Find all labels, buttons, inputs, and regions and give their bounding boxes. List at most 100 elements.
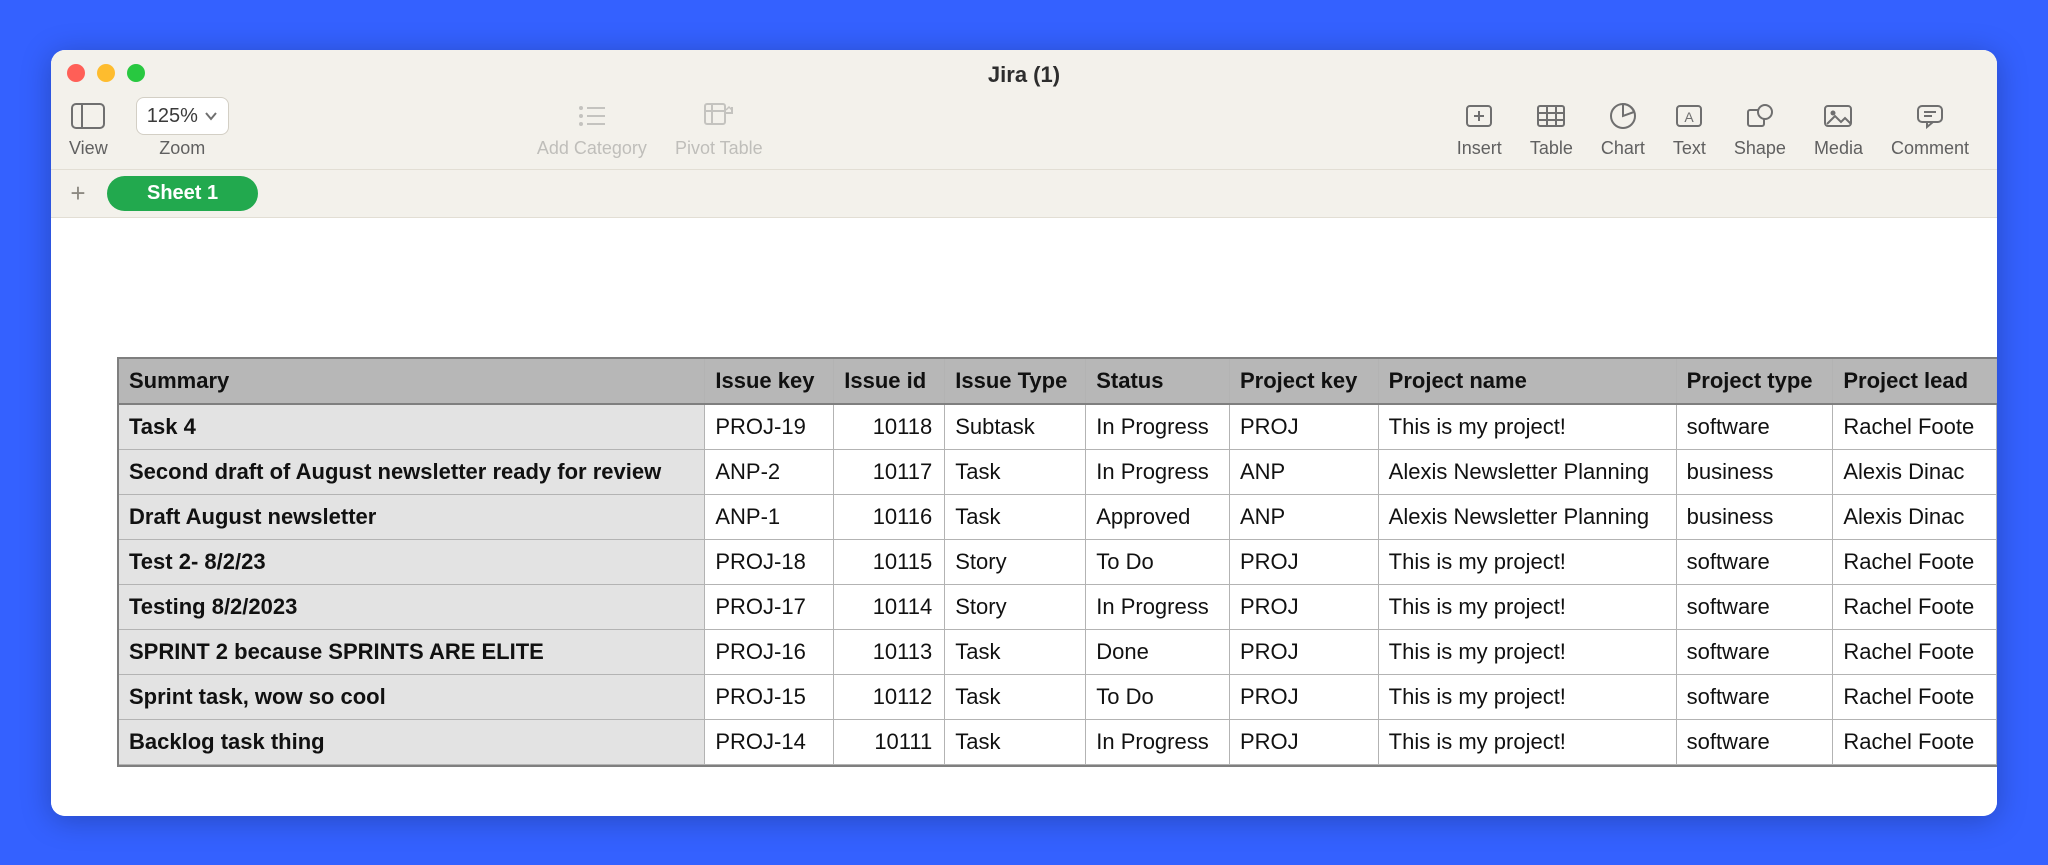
col-issue-key[interactable]: Issue key xyxy=(705,359,834,404)
cell-status[interactable]: Done xyxy=(1086,629,1230,674)
sheet-tab-active[interactable]: Sheet 1 xyxy=(107,176,258,211)
cell-status[interactable]: To Do xyxy=(1086,674,1230,719)
cell-issue-key[interactable]: ANP-1 xyxy=(705,494,834,539)
table-row[interactable]: Task 4PROJ-1910118SubtaskIn ProgressPROJ… xyxy=(119,404,1997,449)
cell-project-key[interactable]: PROJ xyxy=(1229,674,1378,719)
table-row[interactable]: SPRINT 2 because SPRINTS ARE ELITEPROJ-1… xyxy=(119,629,1997,674)
cell-issue-id[interactable]: 10111 xyxy=(834,719,945,764)
col-issue-type[interactable]: Issue Type xyxy=(945,359,1086,404)
cell-status[interactable]: In Progress xyxy=(1086,449,1230,494)
table-row[interactable]: Draft August newsletterANP-110116TaskApp… xyxy=(119,494,1997,539)
data-table[interactable]: Summary Issue key Issue id Issue Type St… xyxy=(119,359,1997,765)
cell-project-key[interactable]: PROJ xyxy=(1229,539,1378,584)
cell-issue-type[interactable]: Task xyxy=(945,674,1086,719)
cell-project-lead[interactable]: Rachel Foote xyxy=(1833,404,1997,449)
cell-project-key[interactable]: ANP xyxy=(1229,494,1378,539)
cell-issue-key[interactable]: PROJ-16 xyxy=(705,629,834,674)
cell-issue-type[interactable]: Task xyxy=(945,449,1086,494)
table-button[interactable]: Table xyxy=(1530,96,1573,159)
cell-issue-id[interactable]: 10113 xyxy=(834,629,945,674)
table-row[interactable]: Test 2- 8/2/23PROJ-1810115StoryTo DoPROJ… xyxy=(119,539,1997,584)
cell-issue-key[interactable]: PROJ-18 xyxy=(705,539,834,584)
table-row[interactable]: Sprint task, wow so coolPROJ-1510112Task… xyxy=(119,674,1997,719)
cell-status[interactable]: In Progress xyxy=(1086,719,1230,764)
cell-project-key[interactable]: ANP xyxy=(1229,449,1378,494)
cell-status[interactable]: In Progress xyxy=(1086,404,1230,449)
cell-project-name[interactable]: Alexis Newsletter Planning xyxy=(1378,494,1676,539)
close-window-button[interactable] xyxy=(67,64,85,82)
zoom-control[interactable]: 125% Zoom xyxy=(136,96,229,159)
cell-project-key[interactable]: PROJ xyxy=(1229,584,1378,629)
cell-issue-type[interactable]: Story xyxy=(945,584,1086,629)
cell-status[interactable]: To Do xyxy=(1086,539,1230,584)
cell-project-name[interactable]: This is my project! xyxy=(1378,719,1676,764)
cell-project-type[interactable]: software xyxy=(1676,629,1833,674)
col-project-name[interactable]: Project name xyxy=(1378,359,1676,404)
cell-issue-id[interactable]: 10116 xyxy=(834,494,945,539)
cell-project-key[interactable]: PROJ xyxy=(1229,629,1378,674)
cell-project-lead[interactable]: Alexis Dinac xyxy=(1833,494,1997,539)
cell-project-lead[interactable]: Rachel Foote xyxy=(1833,584,1997,629)
cell-issue-key[interactable]: PROJ-15 xyxy=(705,674,834,719)
cell-project-lead[interactable]: Alexis Dinac xyxy=(1833,449,1997,494)
cell-issue-key[interactable]: PROJ-19 xyxy=(705,404,834,449)
cell-project-lead[interactable]: Rachel Foote xyxy=(1833,674,1997,719)
cell-project-name[interactable]: This is my project! xyxy=(1378,584,1676,629)
col-status[interactable]: Status xyxy=(1086,359,1230,404)
cell-issue-key[interactable]: ANP-2 xyxy=(705,449,834,494)
media-button[interactable]: Media xyxy=(1814,96,1863,159)
col-project-key[interactable]: Project key xyxy=(1229,359,1378,404)
cell-issue-id[interactable]: 10117 xyxy=(834,449,945,494)
view-button[interactable]: View xyxy=(69,96,108,159)
cell-issue-type[interactable]: Task xyxy=(945,719,1086,764)
cell-summary[interactable]: Sprint task, wow so cool xyxy=(119,674,705,719)
cell-status[interactable]: Approved xyxy=(1086,494,1230,539)
cell-project-type[interactable]: software xyxy=(1676,584,1833,629)
cell-issue-type[interactable]: Task xyxy=(945,494,1086,539)
cell-issue-id[interactable]: 10112 xyxy=(834,674,945,719)
cell-issue-id[interactable]: 10115 xyxy=(834,539,945,584)
cell-project-type[interactable]: software xyxy=(1676,404,1833,449)
cell-summary[interactable]: Testing 8/2/2023 xyxy=(119,584,705,629)
text-button[interactable]: A Text xyxy=(1673,96,1706,159)
spreadsheet-canvas[interactable]: Summary Issue key Issue id Issue Type St… xyxy=(51,218,1997,816)
comment-button[interactable]: Comment xyxy=(1891,96,1969,159)
cell-project-lead[interactable]: Rachel Foote xyxy=(1833,629,1997,674)
cell-project-name[interactable]: This is my project! xyxy=(1378,539,1676,584)
cell-issue-type[interactable]: Subtask xyxy=(945,404,1086,449)
col-issue-id[interactable]: Issue id xyxy=(834,359,945,404)
cell-project-name[interactable]: This is my project! xyxy=(1378,674,1676,719)
col-summary[interactable]: Summary xyxy=(119,359,705,404)
cell-project-type[interactable]: business xyxy=(1676,494,1833,539)
cell-project-type[interactable]: software xyxy=(1676,539,1833,584)
cell-issue-id[interactable]: 10114 xyxy=(834,584,945,629)
cell-summary[interactable]: Second draft of August newsletter ready … xyxy=(119,449,705,494)
shape-button[interactable]: Shape xyxy=(1734,96,1786,159)
col-project-lead[interactable]: Project lead xyxy=(1833,359,1997,404)
chart-button[interactable]: Chart xyxy=(1601,96,1645,159)
cell-status[interactable]: In Progress xyxy=(1086,584,1230,629)
cell-project-lead[interactable]: Rachel Foote xyxy=(1833,719,1997,764)
add-sheet-button[interactable]: + xyxy=(63,179,93,209)
cell-summary[interactable]: SPRINT 2 because SPRINTS ARE ELITE xyxy=(119,629,705,674)
cell-project-lead[interactable]: Rachel Foote xyxy=(1833,539,1997,584)
cell-project-name[interactable]: Alexis Newsletter Planning xyxy=(1378,449,1676,494)
cell-project-type[interactable]: software xyxy=(1676,719,1833,764)
table-row[interactable]: Backlog task thingPROJ-1410111TaskIn Pro… xyxy=(119,719,1997,764)
cell-issue-type[interactable]: Story xyxy=(945,539,1086,584)
cell-project-type[interactable]: business xyxy=(1676,449,1833,494)
cell-issue-key[interactable]: PROJ-14 xyxy=(705,719,834,764)
zoom-dropdown[interactable]: 125% xyxy=(136,97,229,135)
maximize-window-button[interactable] xyxy=(127,64,145,82)
cell-issue-id[interactable]: 10118 xyxy=(834,404,945,449)
table-row[interactable]: Second draft of August newsletter ready … xyxy=(119,449,1997,494)
insert-button[interactable]: Insert xyxy=(1457,96,1502,159)
minimize-window-button[interactable] xyxy=(97,64,115,82)
cell-project-key[interactable]: PROJ xyxy=(1229,404,1378,449)
cell-summary[interactable]: Backlog task thing xyxy=(119,719,705,764)
cell-issue-key[interactable]: PROJ-17 xyxy=(705,584,834,629)
cell-summary[interactable]: Draft August newsletter xyxy=(119,494,705,539)
cell-issue-type[interactable]: Task xyxy=(945,629,1086,674)
cell-project-key[interactable]: PROJ xyxy=(1229,719,1378,764)
table-row[interactable]: Testing 8/2/2023PROJ-1710114StoryIn Prog… xyxy=(119,584,1997,629)
